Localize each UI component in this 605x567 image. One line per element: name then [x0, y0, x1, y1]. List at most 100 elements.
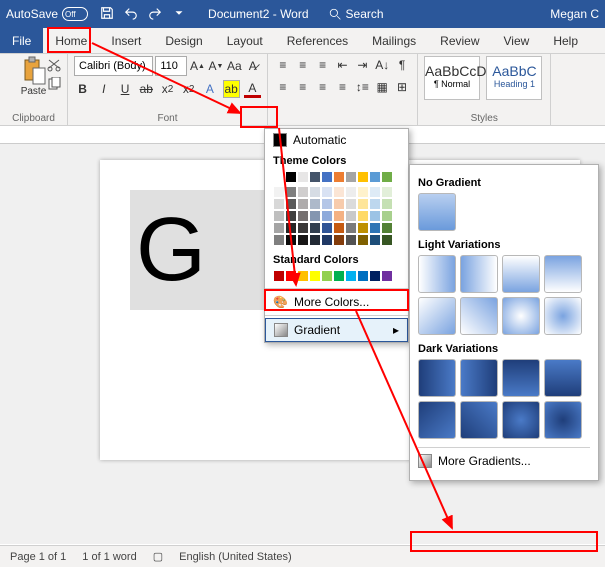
- color-swatch[interactable]: [357, 186, 369, 198]
- tab-layout[interactable]: Layout: [215, 28, 275, 53]
- color-swatch[interactable]: [285, 270, 297, 282]
- dark-gradient-swatch[interactable]: [502, 359, 540, 397]
- shrink-font-button[interactable]: A▼: [208, 57, 224, 75]
- light-gradient-swatch[interactable]: [418, 297, 456, 335]
- color-swatch[interactable]: [345, 270, 357, 282]
- line-spacing-button[interactable]: ↕≡: [353, 78, 371, 96]
- change-case-button[interactable]: Aa: [226, 57, 242, 75]
- light-gradient-swatch[interactable]: [418, 255, 456, 293]
- color-swatch[interactable]: [381, 234, 393, 246]
- language-status[interactable]: English (United States): [179, 551, 292, 563]
- dark-gradient-swatch[interactable]: [418, 359, 456, 397]
- increase-indent-button[interactable]: ⇥: [353, 56, 371, 74]
- color-swatch[interactable]: [297, 171, 309, 183]
- font-color-button[interactable]: A: [244, 80, 261, 98]
- color-swatch[interactable]: [321, 198, 333, 210]
- color-swatch[interactable]: [309, 186, 321, 198]
- color-swatch[interactable]: [333, 171, 345, 183]
- color-swatch[interactable]: [381, 222, 393, 234]
- light-gradient-swatch[interactable]: [502, 297, 540, 335]
- no-gradient-swatch[interactable]: [418, 193, 456, 231]
- color-swatch[interactable]: [357, 210, 369, 222]
- dark-gradient-swatch[interactable]: [460, 401, 498, 439]
- dark-gradient-swatch[interactable]: [418, 401, 456, 439]
- color-swatch[interactable]: [273, 222, 285, 234]
- color-swatch[interactable]: [273, 234, 285, 246]
- justify-button[interactable]: ≡: [334, 78, 352, 96]
- show-marks-button[interactable]: ¶: [393, 56, 411, 74]
- color-swatch[interactable]: [273, 186, 285, 198]
- tab-view[interactable]: View: [492, 28, 542, 53]
- tab-mailings[interactable]: Mailings: [360, 28, 428, 53]
- search-box[interactable]: Search: [329, 7, 384, 21]
- color-swatch[interactable]: [273, 171, 285, 183]
- more-colors-item[interactable]: 🎨 More Colors...: [265, 291, 408, 313]
- color-swatch[interactable]: [285, 198, 297, 210]
- color-swatch[interactable]: [381, 198, 393, 210]
- text-effects-button[interactable]: A: [201, 80, 218, 98]
- clear-format-button[interactable]: A̷: [245, 57, 261, 75]
- color-swatch[interactable]: [369, 210, 381, 222]
- word-count[interactable]: 1 of 1 word: [82, 551, 136, 563]
- subscript-button[interactable]: x2: [159, 80, 176, 98]
- tab-home[interactable]: Home: [43, 28, 99, 53]
- shading-button[interactable]: ▦: [373, 78, 391, 96]
- color-swatch[interactable]: [369, 234, 381, 246]
- color-swatch[interactable]: [345, 186, 357, 198]
- color-swatch[interactable]: [285, 222, 297, 234]
- color-swatch[interactable]: [297, 186, 309, 198]
- color-swatch[interactable]: [285, 210, 297, 222]
- copy-icon[interactable]: [47, 77, 63, 91]
- color-swatch[interactable]: [369, 270, 381, 282]
- color-swatch[interactable]: [357, 198, 369, 210]
- color-swatch[interactable]: [357, 222, 369, 234]
- color-swatch[interactable]: [381, 186, 393, 198]
- color-swatch[interactable]: [309, 222, 321, 234]
- color-swatch[interactable]: [285, 234, 297, 246]
- color-swatch[interactable]: [381, 270, 393, 282]
- proofing-icon[interactable]: ▢: [153, 550, 163, 563]
- superscript-button[interactable]: x2: [180, 80, 197, 98]
- tab-insert[interactable]: Insert: [99, 28, 153, 53]
- color-swatch[interactable]: [309, 234, 321, 246]
- color-swatch[interactable]: [345, 210, 357, 222]
- align-center-button[interactable]: ≡: [294, 78, 312, 96]
- color-swatch[interactable]: [321, 270, 333, 282]
- multilevel-button[interactable]: ≡: [314, 56, 332, 74]
- numbering-button[interactable]: ≡: [294, 56, 312, 74]
- color-swatch[interactable]: [333, 210, 345, 222]
- bullets-button[interactable]: ≡: [274, 56, 292, 74]
- italic-button[interactable]: I: [95, 80, 112, 98]
- color-swatch[interactable]: [297, 210, 309, 222]
- font-name-combo[interactable]: Calibri (Body): [74, 56, 153, 76]
- light-gradient-swatch[interactable]: [544, 255, 582, 293]
- font-size-combo[interactable]: 110: [155, 56, 187, 76]
- grow-font-button[interactable]: A▲: [189, 57, 205, 75]
- color-swatch[interactable]: [369, 171, 381, 183]
- color-swatch[interactable]: [309, 171, 321, 183]
- undo-icon[interactable]: [124, 6, 138, 23]
- decrease-indent-button[interactable]: ⇤: [334, 56, 352, 74]
- dark-gradient-swatch[interactable]: [544, 401, 582, 439]
- color-swatch[interactable]: [321, 234, 333, 246]
- borders-button[interactable]: ⊞: [393, 78, 411, 96]
- color-swatch[interactable]: [333, 270, 345, 282]
- color-swatch[interactable]: [309, 198, 321, 210]
- dark-gradient-swatch[interactable]: [502, 401, 540, 439]
- color-swatch[interactable]: [273, 210, 285, 222]
- color-swatch[interactable]: [333, 234, 345, 246]
- autosave-toggle[interactable]: AutoSave Off: [6, 7, 88, 21]
- save-icon[interactable]: [100, 6, 114, 23]
- qat-more-icon[interactable]: [172, 6, 186, 23]
- color-swatch[interactable]: [273, 270, 285, 282]
- selected-text[interactable]: G: [130, 190, 286, 310]
- color-swatch[interactable]: [285, 186, 297, 198]
- color-swatch[interactable]: [381, 171, 393, 183]
- tab-file[interactable]: File: [0, 28, 43, 53]
- color-swatch[interactable]: [369, 222, 381, 234]
- color-swatch[interactable]: [357, 171, 369, 183]
- align-left-button[interactable]: ≡: [274, 78, 292, 96]
- color-swatch[interactable]: [297, 234, 309, 246]
- style-normal[interactable]: AaBbCcDc ¶ Normal: [424, 56, 480, 100]
- light-gradient-swatch[interactable]: [544, 297, 582, 335]
